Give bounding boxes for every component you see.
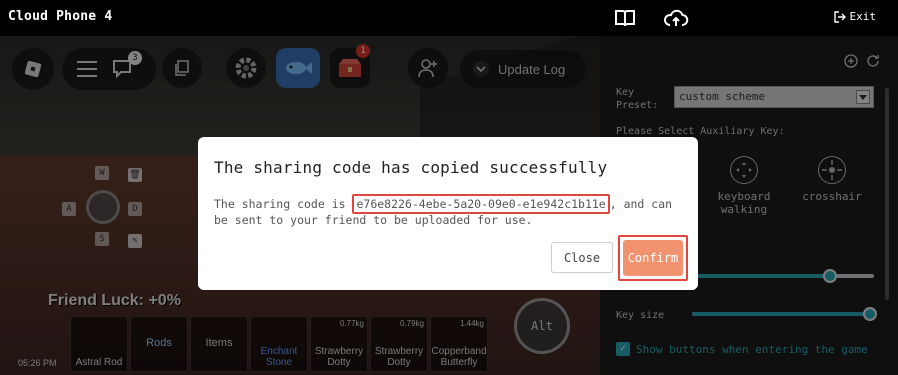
- message-prefix: The sharing code is: [214, 197, 353, 211]
- book-icon[interactable]: [613, 6, 637, 30]
- close-button[interactable]: Close: [551, 242, 613, 273]
- cloud-upload-icon[interactable]: [663, 6, 689, 30]
- dialog-title: The sharing code has copied successfully: [214, 158, 608, 177]
- exit-button[interactable]: Exit: [833, 10, 877, 23]
- confirm-highlight: Confirm: [618, 235, 688, 281]
- dialog-message: The sharing code is e76e8226-4ebe-5a20-0…: [214, 194, 684, 228]
- exit-label: Exit: [849, 10, 877, 23]
- title-bar: Cloud Phone 4 Exit: [0, 0, 898, 36]
- sharing-code: e76e8226-4ebe-5a20-09e0-e1e942c1b11e: [352, 194, 610, 214]
- share-code-dialog: The sharing code has copied successfully…: [198, 137, 698, 290]
- confirm-button[interactable]: Confirm: [623, 240, 683, 276]
- app-title: Cloud Phone 4: [8, 9, 113, 24]
- exit-icon: [833, 10, 846, 23]
